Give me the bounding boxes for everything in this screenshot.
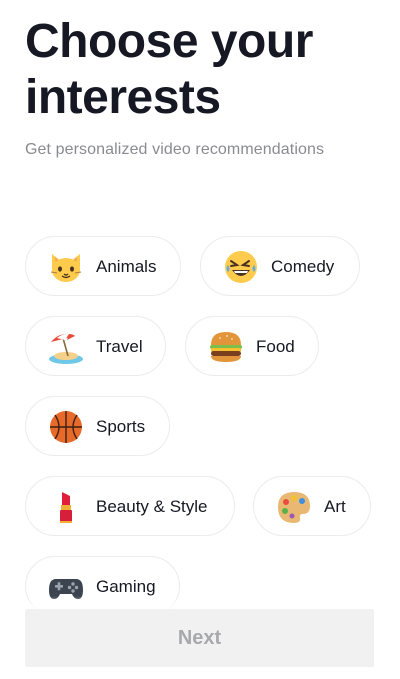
interest-chip-art[interactable]: Art — [253, 476, 371, 536]
page-title: Choose your interests — [25, 14, 385, 126]
basketball-icon — [50, 411, 82, 443]
beach-umbrella-icon — [49, 333, 83, 364]
interest-chip-travel[interactable]: Travel — [25, 316, 166, 376]
interest-chip-animals[interactable]: Animals — [25, 236, 181, 296]
laughing-face-icon — [225, 251, 257, 283]
interest-label: Comedy — [271, 257, 335, 276]
interest-chip-sports[interactable]: Sports — [25, 396, 170, 456]
interest-chip-comedy[interactable]: Comedy — [200, 236, 360, 296]
cat-face-icon — [50, 254, 82, 282]
interest-chip-beauty-style[interactable]: Beauty & Style — [25, 476, 235, 536]
palette-icon — [278, 492, 310, 523]
interest-label: Beauty & Style — [96, 497, 208, 516]
page-subtitle: Get personalized video recommendations — [25, 141, 325, 158]
title-line-2: interests — [25, 71, 221, 124]
interest-label: Art — [324, 497, 346, 516]
hamburger-icon — [210, 332, 242, 362]
interest-label: Sports — [96, 417, 146, 436]
title-line-1: Choose your — [25, 15, 313, 68]
next-button[interactable]: Next — [25, 609, 374, 667]
interest-label: Gaming — [96, 577, 156, 596]
interest-chip-food[interactable]: Food — [185, 316, 319, 376]
interest-label: Travel — [96, 337, 143, 356]
interest-label: Food — [256, 337, 295, 356]
interest-label: Animals — [96, 257, 157, 276]
lipstick-icon — [60, 492, 72, 523]
